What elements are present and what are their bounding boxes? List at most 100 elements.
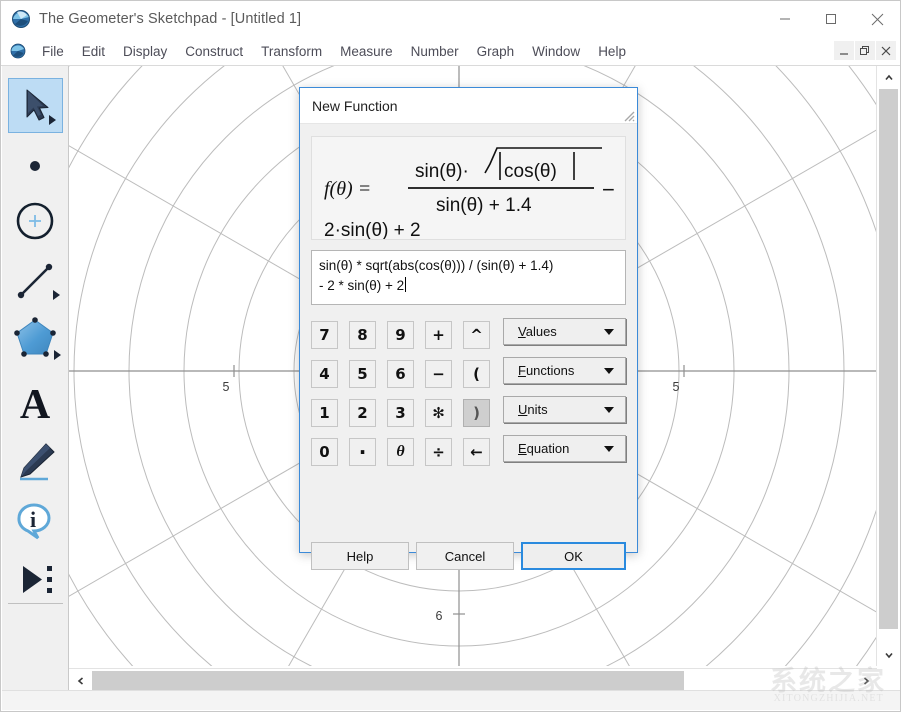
chevron-down-icon [604,329,614,335]
mdi-minimize-icon[interactable] [834,41,854,60]
marker-tool[interactable] [8,434,63,489]
formula-radicand: cos(θ) [504,161,557,182]
mdi-restore-icon[interactable] [855,41,875,60]
key-5[interactable]: 5 [349,360,376,388]
key-6[interactable]: 6 [387,360,414,388]
horizontal-scrollbar[interactable] [69,668,877,692]
custom-tools[interactable] [8,552,63,607]
maximize-icon[interactable] [808,1,854,37]
minimize-icon[interactable] [762,1,808,37]
chevron-right-icon[interactable] [854,669,877,692]
formula-denominator: sin(θ) + 1.4 [436,195,532,216]
key-1[interactable]: 1 [311,399,338,427]
formula-lhs: f(θ) = [324,178,371,200]
equation-dropdown[interactable]: Equation [503,435,626,462]
menu-item-display[interactable]: Display [114,41,176,62]
functions-dropdown-label: Functions [518,363,575,378]
menu-item-number[interactable]: Number [402,41,468,62]
values-dropdown[interactable]: Values [503,318,626,345]
window-title: The Geometer's Sketchpad - [Untitled 1] [39,11,302,27]
straightedge-tool[interactable] [8,254,63,309]
key-7[interactable]: 7 [311,321,338,349]
ok-button[interactable]: OK [521,542,626,570]
expression-line-2: - 2 * sin(θ) + 2 [319,277,407,293]
horizontal-scrollbar-thumb[interactable] [92,671,684,690]
formula-minus-operator: − [602,177,615,202]
document-globe-icon [10,43,26,59]
arrow-cursor-icon [26,89,56,125]
key-plus[interactable]: + [425,321,452,349]
arrow-select-tool[interactable] [8,78,63,133]
formula-rendering: f(θ) = sin(θ)· cos(θ) sin(θ) + 1.4 − 2·s… [324,147,615,240]
key-0[interactable]: 0 [311,438,338,466]
info-bubble-icon: i [17,503,51,540]
pentagon-icon [14,317,61,360]
menu-item-graph[interactable]: Graph [468,41,524,62]
expression-line-1: sin(θ) * sqrt(abs(cos(θ))) / (sin(θ) + 1… [319,258,554,273]
key-backspace[interactable]: ← [463,438,490,466]
menu-item-transform[interactable]: Transform [252,41,331,62]
application-window: The Geometer's Sketchpad - [Untitled 1] … [0,0,901,712]
axis-label-left: 5 [223,380,230,394]
units-dropdown[interactable]: Units [503,396,626,423]
new-function-dialog: New Function f(θ) = sin(θ)· cos(θ) sin(θ… [299,87,638,570]
dialog-title-bar: New Function [300,88,637,124]
chevron-down-icon [604,446,614,452]
key-minus[interactable]: − [425,360,452,388]
point-tool[interactable] [8,139,63,194]
key-theta[interactable]: θ [387,438,414,466]
key-open-paren[interactable]: ( [463,360,490,388]
mdi-window-controls [834,41,896,60]
text-caret [405,277,407,292]
help-button[interactable]: Help [311,542,409,570]
key-decimal-point[interactable]: · [349,438,376,466]
toolbox-divider [8,603,63,604]
menu-item-file[interactable]: File [33,41,73,62]
chevron-left-icon[interactable] [69,669,92,692]
circle-icon [16,202,54,240]
functions-dropdown[interactable]: Functions [503,357,626,384]
toolbox: A i [2,66,69,696]
compass-circle-tool[interactable] [8,194,63,249]
key-3[interactable]: 3 [387,399,414,427]
line-segment-icon [17,263,60,300]
information-tool[interactable]: i [8,492,63,547]
key-9[interactable]: 9 [387,321,414,349]
menu-item-help[interactable]: Help [589,41,635,62]
dialog-title: New Function [312,97,398,114]
menu-item-measure[interactable]: Measure [331,41,402,62]
menu-item-edit[interactable]: Edit [73,41,114,62]
key-4[interactable]: 4 [311,360,338,388]
menu-item-window[interactable]: Window [523,41,589,62]
resize-grip[interactable] [621,108,635,122]
polygon-tool[interactable] [8,311,63,366]
sketchpad-globe-icon [11,9,31,29]
vertical-scrollbar-thumb[interactable] [879,89,898,629]
insert-dropdown-group: Values Functions Units Equation [503,318,627,474]
key-8[interactable]: 8 [349,321,376,349]
units-dropdown-label: Units [518,402,548,417]
mdi-close-icon[interactable] [876,41,896,60]
close-icon[interactable] [854,1,900,37]
cancel-button[interactable]: Cancel [416,542,514,570]
numeric-keypad: 7 8 9 + ^ 4 5 6 − ( 1 2 3 ✻ ) 0 · θ ÷ ← [311,321,491,476]
formula-second-line: 2·sin(θ) + 2 [324,220,421,240]
key-divide[interactable]: ÷ [425,438,452,466]
menu-bar: File Edit Display Construct Transform Me… [1,37,900,66]
text-tool[interactable]: A [8,376,63,431]
key-2[interactable]: 2 [349,399,376,427]
formula-preview: f(θ) = sin(θ)· cos(θ) sin(θ) + 1.4 − 2·s… [311,136,626,240]
status-bar [2,690,900,710]
chevron-down-icon[interactable] [877,643,900,666]
vertical-scrollbar[interactable] [876,66,900,666]
menu-item-construct[interactable]: Construct [176,41,252,62]
chevron-down-icon [604,407,614,413]
chevron-down-icon [604,368,614,374]
key-close-paren[interactable]: ) [463,399,490,427]
chevron-up-icon[interactable] [877,66,900,89]
key-multiply[interactable]: ✻ [425,399,452,427]
expression-input[interactable]: sin(θ) * sqrt(abs(cos(θ))) / (sin(θ) + 1… [311,250,626,305]
key-caret[interactable]: ^ [463,321,490,349]
point-icon [30,161,40,171]
axis-label-bottom: 6 [436,609,443,623]
